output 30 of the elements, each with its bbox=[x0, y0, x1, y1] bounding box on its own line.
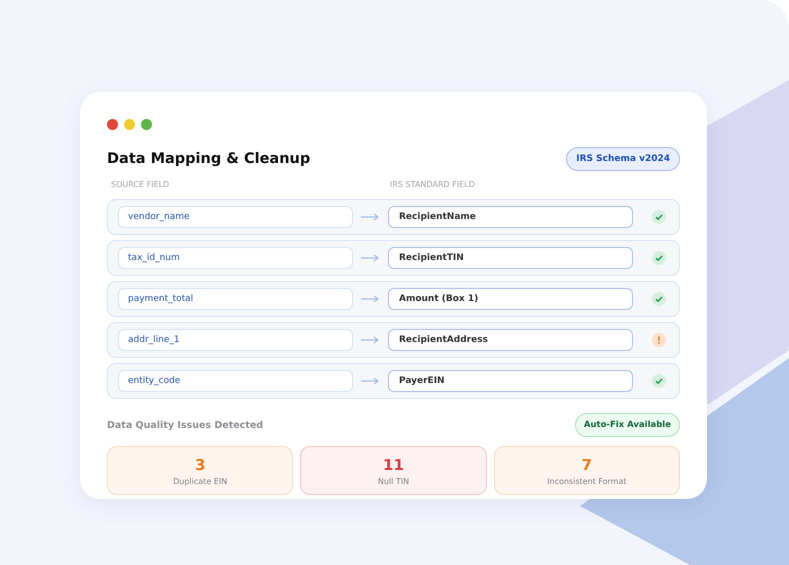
arrow-icon bbox=[360, 213, 380, 221]
schema-badge: IRS Schema v2024 bbox=[566, 147, 680, 171]
issue-label: Duplicate EIN bbox=[173, 476, 228, 486]
issue-count: 7 bbox=[582, 456, 592, 474]
window-title: Data Mapping & Cleanup bbox=[107, 151, 310, 167]
issue-count: 11 bbox=[383, 456, 404, 474]
source-field[interactable]: vendor_name bbox=[118, 206, 353, 228]
arrow-icon bbox=[360, 254, 380, 262]
issues-title: Data Quality Issues Detected bbox=[107, 420, 264, 430]
issue-count: 3 bbox=[194, 456, 206, 474]
column-header: SOURCE FIELD bbox=[111, 180, 170, 191]
target-field[interactable]: PayerEIN bbox=[388, 370, 633, 392]
issue-label: Inconsistent Format bbox=[547, 476, 626, 486]
arrow-icon bbox=[360, 336, 380, 344]
target-field[interactable]: RecipientTIN bbox=[388, 247, 633, 269]
maximize-dot[interactable] bbox=[141, 119, 152, 130]
source-field[interactable]: entity_code bbox=[118, 370, 353, 392]
column-header: IRS STANDARD FIELD bbox=[390, 180, 475, 191]
arrow-icon bbox=[360, 295, 380, 303]
source-field[interactable]: tax_id_num bbox=[118, 247, 353, 269]
target-field[interactable]: RecipientAddress bbox=[388, 329, 633, 351]
minimize-dot[interactable] bbox=[124, 119, 135, 130]
close-dot[interactable] bbox=[107, 119, 118, 130]
target-field[interactable]: Amount (Box 1) bbox=[388, 288, 633, 310]
source-field[interactable]: payment_total bbox=[118, 288, 353, 310]
target-field[interactable]: RecipientName bbox=[388, 206, 633, 228]
arrow-icon bbox=[360, 377, 380, 385]
issue-label: Null TIN bbox=[378, 476, 410, 486]
source-field[interactable]: addr_line_1 bbox=[118, 329, 353, 351]
auto-fix-button[interactable]: Auto-Fix Available bbox=[574, 413, 680, 437]
